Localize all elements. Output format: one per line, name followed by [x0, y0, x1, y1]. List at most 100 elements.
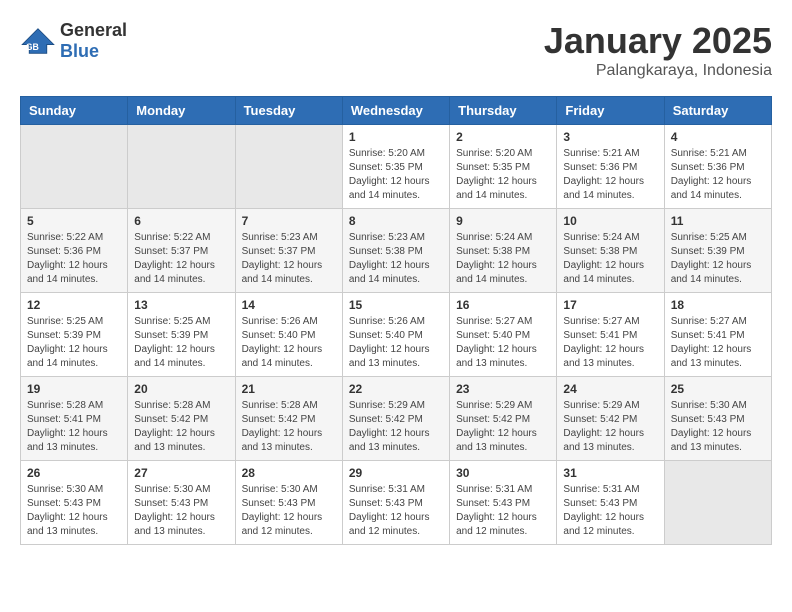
- day-info: Sunrise: 5:31 AMSunset: 5:43 PMDaylight:…: [563, 483, 657, 539]
- day-number: 8: [349, 214, 443, 228]
- day-cell: [21, 125, 128, 209]
- day-cell: [128, 125, 235, 209]
- logo-text: General Blue: [60, 20, 127, 62]
- day-cell: 16Sunrise: 5:27 AMSunset: 5:40 PMDayligh…: [450, 293, 557, 377]
- day-info: Sunrise: 5:31 AMSunset: 5:43 PMDaylight:…: [456, 483, 550, 539]
- week-row-1: 1 Sunrise: 5:20 AMSunset: 5:35 PMDaylight…: [21, 125, 772, 209]
- day-cell: 5 Sunrise: 5:22 AMSunset: 5:36 PMDaylight…: [21, 209, 128, 293]
- day-number: 4: [671, 130, 765, 144]
- day-number: 22: [349, 382, 443, 396]
- day-info: Sunrise: 5:29 AMSunset: 5:42 PMDaylight:…: [349, 399, 443, 455]
- day-cell: 23 Sunrise: 5:29 AMSunset: 5:42 PMDayligh…: [450, 377, 557, 461]
- week-row-2: 5 Sunrise: 5:22 AMSunset: 5:36 PMDaylight…: [21, 209, 772, 293]
- logo: GB General Blue: [20, 20, 127, 62]
- day-number: 7: [242, 214, 336, 228]
- day-info: Sunrise: 5:28 AMSunset: 5:42 PMDaylight:…: [134, 399, 228, 455]
- day-number: 11: [671, 214, 765, 228]
- day-number: 31: [563, 466, 657, 480]
- week-row-3: 12Sunrise: 5:25 AMSunset: 5:39 PMDayligh…: [21, 293, 772, 377]
- day-number: 23: [456, 382, 550, 396]
- day-number: 30: [456, 466, 550, 480]
- calendar-table: SundayMondayTuesdayWednesdayThursdayFrid…: [20, 96, 772, 545]
- weekday-header-thursday: Thursday: [450, 97, 557, 125]
- day-number: 17: [563, 298, 657, 312]
- day-cell: 24 Sunrise: 5:29 AMSunset: 5:42 PMDayligh…: [557, 377, 664, 461]
- day-number: 15: [349, 298, 443, 312]
- day-cell: 19 Sunrise: 5:28 AMSunset: 5:41 PMDayligh…: [21, 377, 128, 461]
- day-cell: 4 Sunrise: 5:21 AMSunset: 5:36 PMDaylight…: [664, 125, 771, 209]
- day-cell: 18 Sunrise: 5:27 AMSunset: 5:41 PMDayligh…: [664, 293, 771, 377]
- day-cell: 28 Sunrise: 5:30 AMSunset: 5:43 PMDayligh…: [235, 461, 342, 545]
- day-number: 27: [134, 466, 228, 480]
- day-number: 29: [349, 466, 443, 480]
- day-number: 28: [242, 466, 336, 480]
- weekday-header-sunday: Sunday: [21, 97, 128, 125]
- day-number: 18: [671, 298, 765, 312]
- day-info: Sunrise: 5:31 AMSunset: 5:43 PMDaylight:…: [349, 483, 443, 539]
- day-info: Sunrise: 5:30 AMSunset: 5:43 PMDaylight:…: [242, 483, 336, 539]
- logo-blue: Blue: [60, 41, 99, 61]
- day-cell: 8 Sunrise: 5:23 AMSunset: 5:38 PMDaylight…: [342, 209, 449, 293]
- day-cell: [235, 125, 342, 209]
- day-info: Sunrise: 5:30 AMSunset: 5:43 PMDaylight:…: [134, 483, 228, 539]
- title-area: January 2025 Palangkaraya, Indonesia: [544, 20, 772, 80]
- week-row-5: 26 Sunrise: 5:30 AMSunset: 5:43 PMDayligh…: [21, 461, 772, 545]
- weekday-header-wednesday: Wednesday: [342, 97, 449, 125]
- day-info: Sunrise: 5:20 AMSunset: 5:35 PMDaylight:…: [456, 147, 550, 203]
- day-info: Sunrise: 5:20 AMSunset: 5:35 PMDaylight:…: [349, 147, 443, 203]
- day-cell: 21Sunrise: 5:28 AMSunset: 5:42 PMDayligh…: [235, 377, 342, 461]
- logo-general: General: [60, 20, 127, 40]
- day-cell: 29 Sunrise: 5:31 AMSunset: 5:43 PMDayligh…: [342, 461, 449, 545]
- day-number: 14: [242, 298, 336, 312]
- day-cell: 25 Sunrise: 5:30 AMSunset: 5:43 PMDayligh…: [664, 377, 771, 461]
- day-cell: 17 Sunrise: 5:27 AMSunset: 5:41 PMDayligh…: [557, 293, 664, 377]
- day-number: 24: [563, 382, 657, 396]
- day-number: 12: [27, 298, 121, 312]
- day-cell: 10Sunrise: 5:24 AMSunset: 5:38 PMDayligh…: [557, 209, 664, 293]
- weekday-header-row: SundayMondayTuesdayWednesdayThursdayFrid…: [21, 97, 772, 125]
- day-cell: 2 Sunrise: 5:20 AMSunset: 5:35 PMDaylight…: [450, 125, 557, 209]
- day-number: 2: [456, 130, 550, 144]
- day-info: Sunrise: 5:26 AMSunset: 5:40 PMDaylight:…: [349, 315, 443, 371]
- day-cell: 3 Sunrise: 5:21 AMSunset: 5:36 PMDaylight…: [557, 125, 664, 209]
- day-number: 10: [563, 214, 657, 228]
- day-info: Sunrise: 5:26 AMSunset: 5:40 PMDaylight:…: [242, 315, 336, 371]
- day-info: Sunrise: 5:28 AMSunset: 5:41 PMDaylight:…: [27, 399, 121, 455]
- day-info: Sunrise: 5:27 AMSunset: 5:41 PMDaylight:…: [563, 315, 657, 371]
- day-cell: 20 Sunrise: 5:28 AMSunset: 5:42 PMDayligh…: [128, 377, 235, 461]
- day-number: 3: [563, 130, 657, 144]
- day-info: Sunrise: 5:27 AMSunset: 5:41 PMDaylight:…: [671, 315, 765, 371]
- day-number: 19: [27, 382, 121, 396]
- day-number: 5: [27, 214, 121, 228]
- day-cell: 30 Sunrise: 5:31 AMSunset: 5:43 PMDayligh…: [450, 461, 557, 545]
- day-info: Sunrise: 5:23 AMSunset: 5:38 PMDaylight:…: [349, 231, 443, 287]
- day-info: Sunrise: 5:24 AMSunset: 5:38 PMDaylight:…: [456, 231, 550, 287]
- day-number: 25: [671, 382, 765, 396]
- day-cell: 14 Sunrise: 5:26 AMSunset: 5:40 PMDayligh…: [235, 293, 342, 377]
- header: GB General Blue January 2025 Palangkaray…: [20, 20, 772, 80]
- weekday-header-saturday: Saturday: [664, 97, 771, 125]
- day-cell: 15 Sunrise: 5:26 AMSunset: 5:40 PMDayligh…: [342, 293, 449, 377]
- day-info: Sunrise: 5:22 AMSunset: 5:36 PMDaylight:…: [27, 231, 121, 287]
- day-info: Sunrise: 5:25 AMSunset: 5:39 PMDaylight:…: [671, 231, 765, 287]
- day-number: 20: [134, 382, 228, 396]
- weekday-header-tuesday: Tuesday: [235, 97, 342, 125]
- day-number: 1: [349, 130, 443, 144]
- day-number: 13: [134, 298, 228, 312]
- day-info: Sunrise: 5:22 AMSunset: 5:37 PMDaylight:…: [134, 231, 228, 287]
- day-info: Sunrise: 5:30 AMSunset: 5:43 PMDaylight:…: [27, 483, 121, 539]
- day-number: 26: [27, 466, 121, 480]
- day-cell: 1 Sunrise: 5:20 AMSunset: 5:35 PMDaylight…: [342, 125, 449, 209]
- day-info: Sunrise: 5:29 AMSunset: 5:42 PMDaylight:…: [563, 399, 657, 455]
- day-cell: 13Sunrise: 5:25 AMSunset: 5:39 PMDayligh…: [128, 293, 235, 377]
- day-info: Sunrise: 5:21 AMSunset: 5:36 PMDaylight:…: [563, 147, 657, 203]
- day-cell: 31 Sunrise: 5:31 AMSunset: 5:43 PMDayligh…: [557, 461, 664, 545]
- day-cell: 7Sunrise: 5:23 AMSunset: 5:37 PMDaylight…: [235, 209, 342, 293]
- day-cell: 12Sunrise: 5:25 AMSunset: 5:39 PMDayligh…: [21, 293, 128, 377]
- week-row-4: 19 Sunrise: 5:28 AMSunset: 5:41 PMDayligh…: [21, 377, 772, 461]
- day-info: Sunrise: 5:30 AMSunset: 5:43 PMDaylight:…: [671, 399, 765, 455]
- day-info: Sunrise: 5:27 AMSunset: 5:40 PMDaylight:…: [456, 315, 550, 371]
- day-info: Sunrise: 5:21 AMSunset: 5:36 PMDaylight:…: [671, 147, 765, 203]
- day-info: Sunrise: 5:29 AMSunset: 5:42 PMDaylight:…: [456, 399, 550, 455]
- day-cell: 9Sunrise: 5:24 AMSunset: 5:38 PMDaylight…: [450, 209, 557, 293]
